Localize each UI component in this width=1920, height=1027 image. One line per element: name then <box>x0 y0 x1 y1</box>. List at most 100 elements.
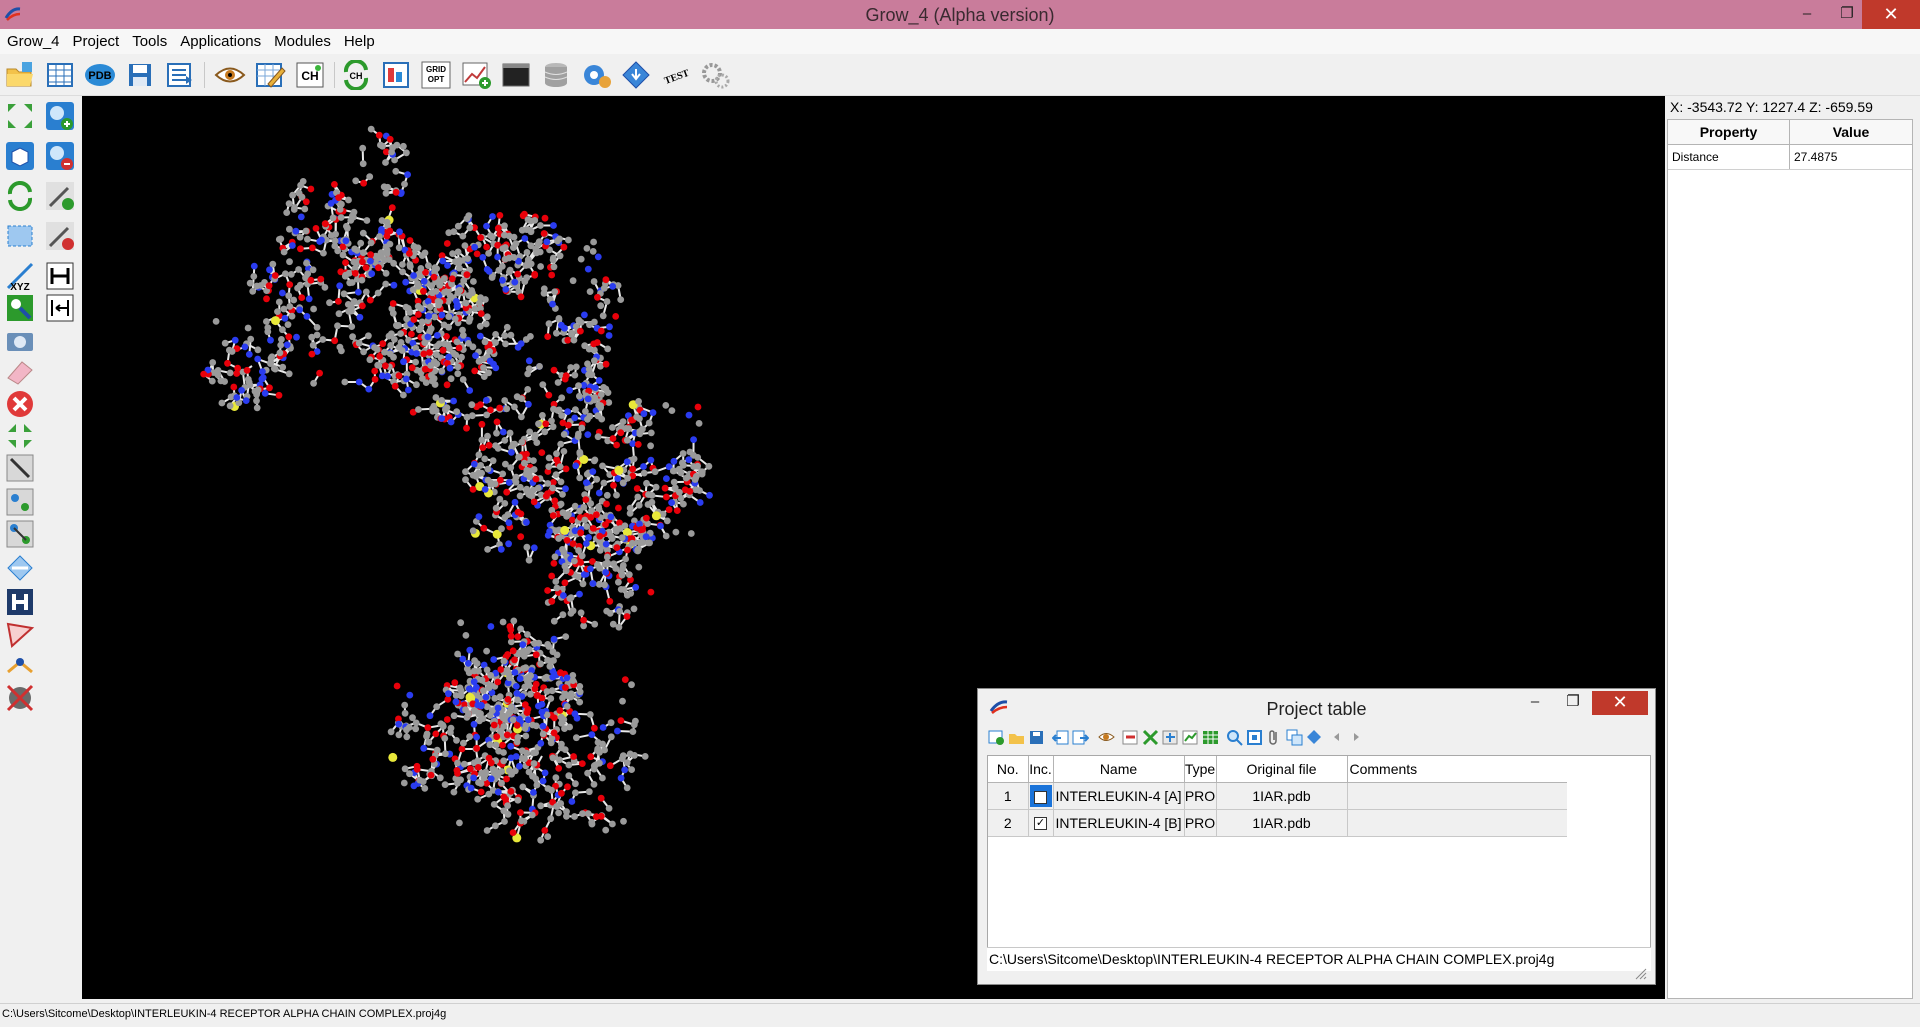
shrink-arrows-icon[interactable] <box>4 420 36 452</box>
no-atoms-icon[interactable] <box>4 682 36 714</box>
search-icon[interactable] <box>1226 729 1243 746</box>
row-no: 2 <box>988 809 1029 837</box>
refresh-icon[interactable]: CH <box>340 60 372 90</box>
col-no-header[interactable]: No. <box>988 756 1029 783</box>
atom-select-icon[interactable] <box>4 292 36 324</box>
rotate-bond-icon[interactable] <box>4 552 36 584</box>
eye-icon[interactable] <box>214 60 246 90</box>
table-icon[interactable] <box>44 60 76 90</box>
attach-icon[interactable] <box>1266 729 1283 746</box>
test-icon[interactable]: TEST <box>660 60 692 90</box>
col-file-header[interactable]: Original file <box>1216 756 1348 783</box>
list-icon[interactable] <box>164 60 196 90</box>
col-type-header[interactable]: Type <box>1184 756 1217 783</box>
minimize-button[interactable]: – <box>1787 0 1827 29</box>
add-bond-icon[interactable] <box>44 180 76 212</box>
import-icon[interactable] <box>1052 729 1069 746</box>
xyz-axis-icon[interactable]: XYZ <box>4 260 36 292</box>
remove-bond-icon[interactable] <box>44 220 76 252</box>
col-name-header[interactable]: Name <box>1053 756 1185 783</box>
line-tool-icon[interactable] <box>4 452 36 484</box>
hydrogen-icon[interactable]: CH <box>294 60 326 90</box>
eraser-icon[interactable] <box>4 356 36 388</box>
svg-text:GRID: GRID <box>426 65 446 74</box>
gears-icon[interactable] <box>700 60 732 90</box>
menu-project[interactable]: Project <box>66 29 126 54</box>
open-folder-icon[interactable] <box>4 60 36 90</box>
resize-grip-icon[interactable] <box>1633 966 1647 980</box>
grid-icon[interactable] <box>380 60 412 90</box>
project-close-button[interactable]: ✕ <box>1592 691 1648 715</box>
row-comments[interactable] <box>1347 782 1567 810</box>
diamond-icon[interactable] <box>1306 729 1323 746</box>
save-icon[interactable] <box>124 60 156 90</box>
menu-grow4[interactable]: Grow_4 <box>0 29 66 54</box>
camera-icon[interactable] <box>4 324 36 356</box>
table-row[interactable]: 1 INTERLEUKIN-4 [A] PRO 1IAR.pdb <box>988 782 1567 810</box>
status-path: C:\Users\Sitcome\Desktop\INTERLEUKIN-4 R… <box>2 1008 447 1020</box>
property-value: 27.4875 <box>1794 150 1838 164</box>
info-diamond-icon[interactable] <box>620 60 652 90</box>
menu-modules[interactable]: Modules <box>267 29 337 54</box>
col-comments-header[interactable]: Comments <box>1347 756 1567 783</box>
menu-help[interactable]: Help <box>337 29 381 54</box>
chart-icon[interactable] <box>1182 729 1199 746</box>
view-icon[interactable] <box>1098 729 1115 746</box>
atom-tool-icon[interactable] <box>4 486 36 518</box>
database-icon[interactable] <box>540 60 572 90</box>
molecule-icon[interactable] <box>4 650 36 682</box>
svg-text:TEST: TEST <box>663 68 691 87</box>
split-icon[interactable] <box>1142 729 1159 746</box>
svg-text:XYZ: XYZ <box>10 282 29 292</box>
maximize-button[interactable]: ❐ <box>1827 0 1867 29</box>
col-inc-header[interactable]: Inc. <box>1028 756 1054 783</box>
zoom-out-icon[interactable] <box>44 140 76 172</box>
row-type: PRO <box>1184 782 1217 810</box>
pdb-icon[interactable]: PDB <box>84 60 116 90</box>
hydrogen-tool-icon[interactable] <box>4 586 36 618</box>
grid-opt-icon[interactable]: GRIDOPT <box>420 60 452 90</box>
property-column-header[interactable]: Property <box>1668 120 1790 144</box>
rotate-icon[interactable] <box>4 180 36 212</box>
measure-distance-icon[interactable] <box>44 260 76 292</box>
merge-icon[interactable] <box>1162 729 1179 746</box>
include-checkbox[interactable] <box>1034 791 1047 805</box>
chart-add-icon[interactable] <box>460 60 492 90</box>
add-row-icon[interactable] <box>988 729 1005 746</box>
project-maximize-button[interactable]: ❐ <box>1553 691 1593 715</box>
value-column-header[interactable]: Value <box>1790 120 1912 144</box>
menu-tools[interactable]: Tools <box>125 29 173 54</box>
grid-table-icon[interactable] <box>1202 729 1219 746</box>
include-checkbox[interactable]: ✓ <box>1034 817 1047 831</box>
frame-icon[interactable] <box>1246 729 1263 746</box>
bond-tool-icon[interactable] <box>4 518 36 550</box>
terminal-icon[interactable] <box>500 60 532 90</box>
project-minimize-button[interactable]: – <box>1515 691 1555 715</box>
settings-gear-icon[interactable] <box>580 60 612 90</box>
table-row[interactable]: 2 ✓ INTERLEUKIN-4 [B] PRO 1IAR.pdb <box>988 809 1567 837</box>
menu-applications[interactable]: Applications <box>173 29 267 54</box>
row-inc[interactable] <box>1028 782 1054 810</box>
previous-icon[interactable] <box>1328 729 1345 746</box>
zoom-in-icon[interactable] <box>44 100 76 132</box>
row-inc[interactable]: ✓ <box>1028 809 1054 837</box>
plane-icon[interactable] <box>4 618 36 650</box>
open-project-icon[interactable] <box>1008 729 1025 746</box>
expand-arrows-icon[interactable] <box>4 100 36 132</box>
row-file: 1IAR.pdb <box>1216 809 1348 837</box>
property-row[interactable]: Distance 27.4875 <box>1668 145 1912 170</box>
save-project-icon[interactable] <box>1028 729 1045 746</box>
row-comments[interactable] <box>1347 809 1567 837</box>
copy-icon[interactable] <box>1286 729 1303 746</box>
delete-icon[interactable] <box>4 388 36 420</box>
row-file: 1IAR.pdb <box>1216 782 1348 810</box>
select-icon[interactable] <box>4 220 36 252</box>
title-bar: Grow_4 (Alpha version) – ❐ ✕ <box>0 0 1920 29</box>
next-icon[interactable] <box>1348 729 1365 746</box>
edit-table-icon[interactable] <box>254 60 286 90</box>
close-button[interactable]: ✕ <box>1862 0 1920 29</box>
cube-view-icon[interactable] <box>4 140 36 172</box>
measure-angle-icon[interactable] <box>44 292 76 324</box>
delete-row-icon[interactable] <box>1122 729 1139 746</box>
export-icon[interactable] <box>1072 729 1089 746</box>
